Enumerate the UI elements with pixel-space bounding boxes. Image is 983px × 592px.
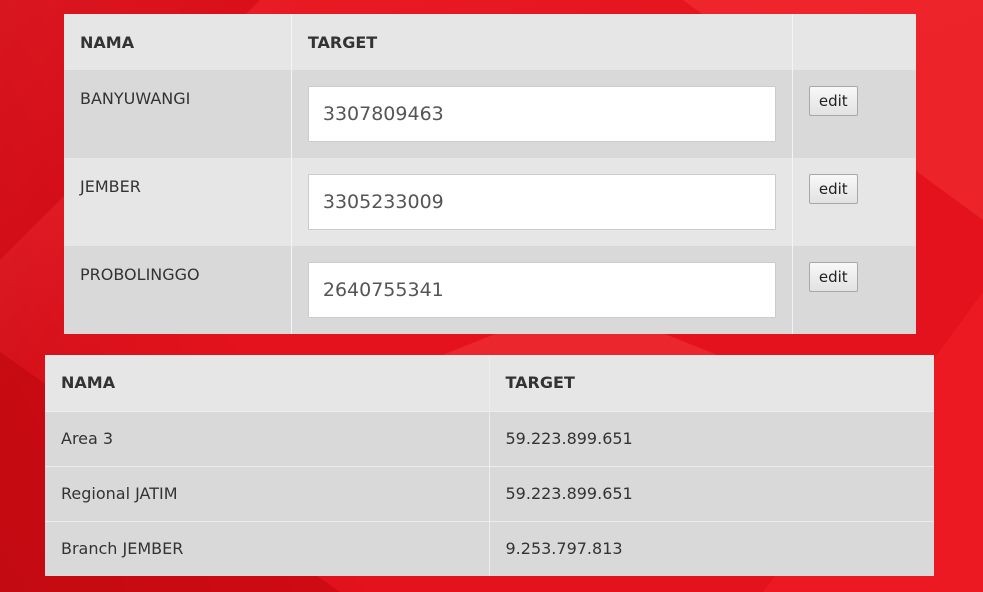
table-row: PROBOLINGGO edit [64, 246, 916, 334]
target-input[interactable] [307, 174, 776, 230]
table-header-row: NAMA TARGET [64, 14, 916, 70]
table-row: BANYUWANGI edit [64, 70, 916, 158]
action-cell: edit [791, 246, 916, 334]
region-name: PROBOLINGGO [64, 246, 292, 334]
action-cell: edit [791, 70, 916, 158]
column-header-target: TARGET [290, 14, 793, 70]
table-header-row: NAMA TARGET [45, 355, 934, 411]
column-header-nama: NAMA [64, 14, 292, 70]
region-name: BANYUWANGI [64, 70, 292, 158]
summary-name: Regional JATIM [45, 465, 489, 521]
summary-target: 59.223.899.651 [488, 465, 934, 521]
column-header-nama: NAMA [45, 355, 489, 411]
action-cell: edit [791, 158, 916, 246]
target-cell [290, 158, 793, 246]
column-header-action [791, 14, 916, 70]
summary-target: 59.223.899.651 [488, 410, 934, 466]
summary-name: Branch JEMBER [45, 520, 489, 576]
column-header-target: TARGET [488, 355, 934, 411]
target-cell [290, 246, 793, 334]
table-row: Area 3 59.223.899.651 [45, 410, 934, 466]
summary-target: 9.253.797.813 [488, 520, 934, 576]
region-name: JEMBER [64, 158, 292, 246]
table-row: JEMBER edit [64, 158, 916, 246]
edit-button[interactable]: edit [808, 174, 858, 204]
target-edit-table: NAMA TARGET BANYUWANGI edit JEMBER edit … [64, 14, 916, 334]
summary-name: Area 3 [45, 410, 489, 466]
edit-button[interactable]: edit [808, 262, 858, 292]
target-summary-table: NAMA TARGET Area 3 59.223.899.651 Region… [45, 355, 934, 576]
target-input[interactable] [307, 262, 776, 318]
table-row: Regional JATIM 59.223.899.651 [45, 465, 934, 521]
edit-button[interactable]: edit [808, 86, 858, 116]
target-cell [290, 70, 793, 158]
table-row: Branch JEMBER 9.253.797.813 [45, 520, 934, 576]
target-input[interactable] [307, 86, 776, 142]
